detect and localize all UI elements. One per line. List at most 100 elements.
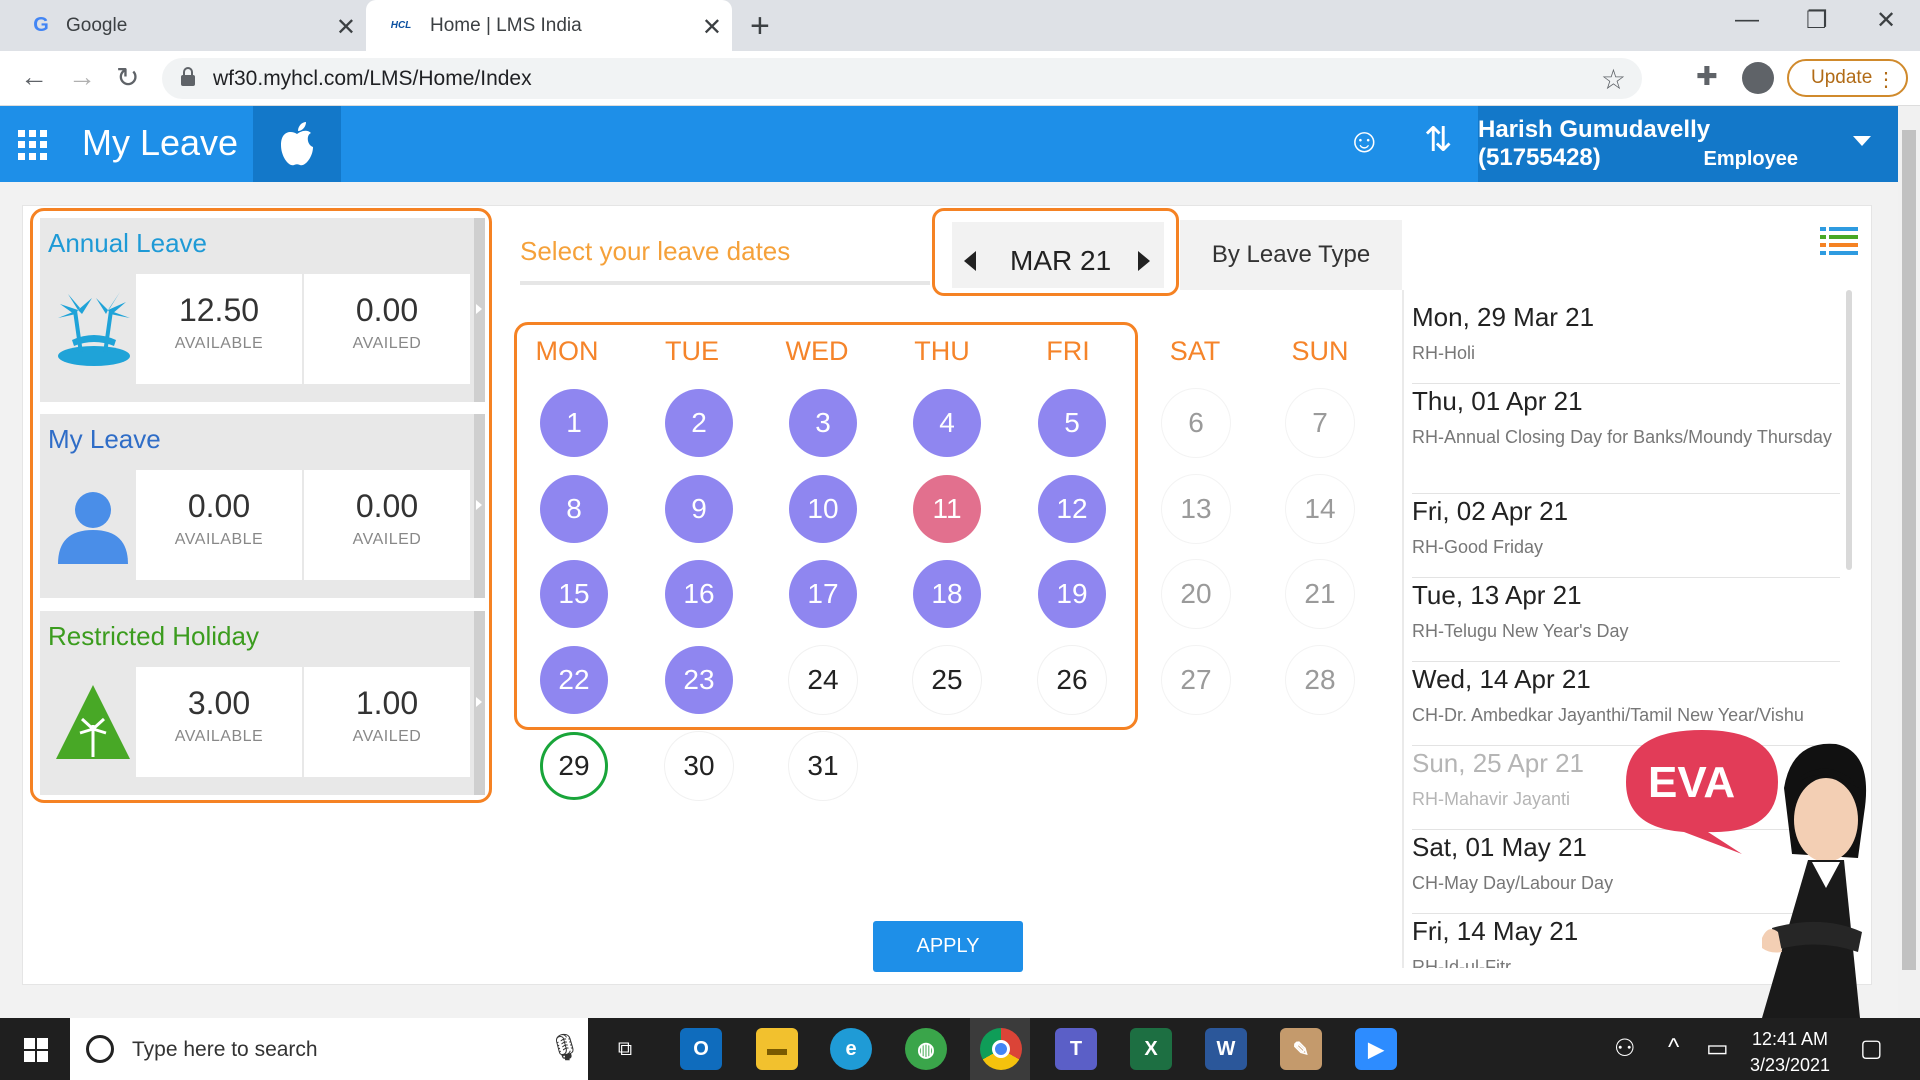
update-label: Update: [1811, 67, 1873, 88]
extensions-icon[interactable]: ✚: [1696, 61, 1718, 92]
url-text[interactable]: wf30.myhcl.com/LMS/Home/Index: [213, 67, 532, 91]
forward-icon[interactable]: →: [68, 61, 96, 93]
list-view-icon[interactable]: [1820, 226, 1858, 256]
person-icon: [58, 492, 128, 564]
tab-lms[interactable]: HCL Home | LMS India ✕: [366, 0, 732, 51]
calendar-day[interactable]: 28: [1286, 646, 1354, 714]
system-clock[interactable]: 12:41 AM 3/23/2021: [1740, 1026, 1840, 1078]
by-leave-type-tab[interactable]: By Leave Type: [1180, 220, 1402, 290]
chevron-down-icon[interactable]: [1853, 136, 1871, 146]
holiday-date: Thu, 01 Apr 21: [1412, 386, 1583, 416]
calendar-day[interactable]: 8: [540, 475, 608, 543]
calendar-day[interactable]: 21: [1286, 560, 1354, 628]
calendar-day[interactable]: 10: [789, 475, 857, 543]
close-tab-icon[interactable]: ✕: [702, 13, 722, 42]
calendar-day[interactable]: 13: [1162, 475, 1230, 543]
calendar-day[interactable]: 11: [913, 475, 981, 543]
calendar-day[interactable]: 15: [540, 560, 608, 628]
calendar-day[interactable]: 20: [1162, 560, 1230, 628]
paint-icon[interactable]: ✎: [1280, 1028, 1322, 1070]
calendar-day[interactable]: 16: [665, 560, 733, 628]
card-expand-handle[interactable]: [474, 414, 485, 598]
calendar-day[interactable]: 31: [789, 732, 857, 800]
card-expand-handle[interactable]: [474, 218, 485, 402]
restricted-holiday-card[interactable]: Restricted Holiday 3.00 AVAILABLE 1.00 A…: [40, 611, 485, 795]
scrollbar-thumb[interactable]: [1902, 130, 1916, 970]
bookmark-star-icon[interactable]: ☆: [1601, 63, 1626, 96]
calendar-day[interactable]: 23: [665, 646, 733, 714]
availed-label: AVAILED: [352, 531, 422, 548]
calendar-day[interactable]: 7: [1286, 389, 1354, 457]
calendar-day[interactable]: 5: [1038, 389, 1106, 457]
file-explorer-icon[interactable]: ▬: [756, 1028, 798, 1070]
globe-app-icon[interactable]: ◍: [905, 1028, 947, 1070]
calendar-day[interactable]: 30: [665, 732, 733, 800]
taskbar-search[interactable]: Type here to search 🎙: [70, 1018, 588, 1080]
calendar-day[interactable]: 2: [665, 389, 733, 457]
more-menu-icon[interactable]: ⋮: [1876, 67, 1896, 92]
calendar-day[interactable]: 14: [1286, 475, 1354, 543]
calendar-day[interactable]: 22: [540, 646, 608, 714]
close-window-icon[interactable]: ✕: [1876, 6, 1896, 35]
calendar-day[interactable]: 1: [540, 389, 608, 457]
apple-app-button[interactable]: [253, 106, 341, 182]
minimize-icon[interactable]: —: [1735, 6, 1759, 34]
calendar-day[interactable]: 4: [913, 389, 981, 457]
card-expand-handle[interactable]: [474, 611, 485, 795]
calendar-day[interactable]: 19: [1038, 560, 1106, 628]
notifications-icon[interactable]: ▢: [1860, 1034, 1883, 1063]
edge-icon[interactable]: e: [830, 1028, 872, 1070]
annual-leave-card[interactable]: Annual Leave 12.50 AVAILABLE 0.00 AVAILE…: [40, 218, 485, 402]
holiday-item[interactable]: Mon, 29 Mar 21 RH-Holi: [1412, 302, 1840, 384]
calendar-day[interactable]: 25: [913, 646, 981, 714]
outlook-icon[interactable]: O: [680, 1028, 722, 1070]
battery-icon[interactable]: ▭: [1706, 1034, 1729, 1063]
microphone-icon[interactable]: 🎙: [548, 1032, 581, 1063]
next-month-icon[interactable]: [1138, 251, 1150, 271]
calendar-day[interactable]: 3: [789, 389, 857, 457]
select-dates-prompt: Select your leave dates: [520, 236, 791, 266]
back-icon[interactable]: ←: [20, 61, 48, 93]
hcl-favicon-icon: HCL: [390, 20, 412, 31]
profile-avatar-icon[interactable]: [1742, 62, 1774, 94]
url-bar[interactable]: wf30.myhcl.com/LMS/Home/Index ☆: [162, 58, 1642, 99]
close-tab-icon[interactable]: ✕: [336, 13, 356, 42]
previous-month-icon[interactable]: [964, 251, 976, 271]
chevron-up-icon[interactable]: ^: [1668, 1034, 1679, 1062]
holiday-item[interactable]: Tue, 13 Apr 21 RH-Telugu New Year's Day: [1412, 580, 1840, 662]
new-tab-icon[interactable]: +: [750, 7, 770, 46]
calendar-day-today[interactable]: 29: [540, 732, 608, 800]
teams-icon[interactable]: T: [1055, 1028, 1097, 1070]
calendar-day[interactable]: 17: [789, 560, 857, 628]
page-scrollbar[interactable]: [1898, 106, 1920, 1018]
sort-list-icon[interactable]: ⇅: [1424, 120, 1453, 160]
people-icon[interactable]: ⚇: [1614, 1034, 1636, 1063]
my-leave-card[interactable]: My Leave 0.00 AVAILABLE 0.00 AVAILED: [40, 414, 485, 598]
holiday-list-scrollbar[interactable]: [1846, 290, 1852, 570]
card-title: My Leave: [48, 424, 161, 454]
restore-icon[interactable]: ❐: [1806, 6, 1828, 35]
task-view-icon[interactable]: ⧉: [604, 1028, 646, 1070]
word-icon[interactable]: W: [1205, 1028, 1247, 1070]
calendar-day[interactable]: 27: [1162, 646, 1230, 714]
apps-grid-icon[interactable]: [18, 130, 48, 160]
calendar-day[interactable]: 18: [913, 560, 981, 628]
holiday-item[interactable]: Thu, 01 Apr 21 RH-Annual Closing Day for…: [1412, 386, 1840, 494]
update-button[interactable]: Update ⋮: [1787, 59, 1908, 97]
calendar-day[interactable]: 26: [1038, 646, 1106, 714]
apply-button[interactable]: APPLY: [873, 921, 1023, 972]
calendar-day[interactable]: 24: [789, 646, 857, 714]
smiley-icon[interactable]: ☺: [1347, 122, 1382, 161]
reload-icon[interactable]: ↻: [116, 61, 139, 94]
excel-icon[interactable]: X: [1130, 1028, 1172, 1070]
zoom-icon[interactable]: ▶: [1355, 1028, 1397, 1070]
clock-date: 3/23/2021: [1749, 1055, 1831, 1075]
windows-start-icon[interactable]: [24, 1038, 48, 1062]
calendar-day[interactable]: 12: [1038, 475, 1106, 543]
calendar-day[interactable]: 6: [1162, 389, 1230, 457]
chrome-icon[interactable]: [980, 1028, 1022, 1070]
tab-google[interactable]: G Google ✕: [0, 0, 366, 51]
holiday-item[interactable]: Fri, 02 Apr 21 RH-Good Friday: [1412, 496, 1840, 578]
calendar-day[interactable]: 9: [665, 475, 733, 543]
user-menu[interactable]: Harish Gumudavelly (51755428) Employee: [1478, 106, 1898, 182]
